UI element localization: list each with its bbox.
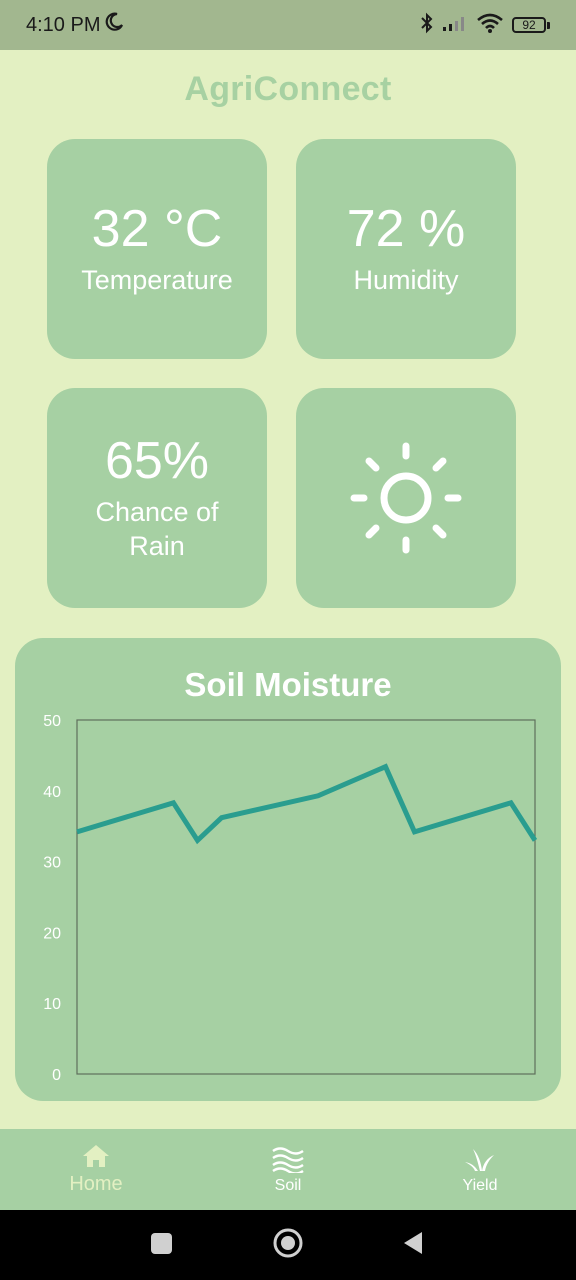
nav-yield[interactable]: Yield	[420, 1129, 540, 1210]
status-time: 4:10 PM	[26, 13, 101, 36]
temperature-card[interactable]: 32 °C Temperature	[47, 139, 267, 359]
soil-moisture-chart: 0 10 20 30 40 50	[43, 713, 538, 1084]
y-tick-label: 30	[43, 855, 61, 872]
sprout-icon	[465, 1148, 494, 1171]
home-circle-icon[interactable]	[273, 1228, 303, 1258]
waves-icon	[272, 1146, 304, 1173]
humidity-value: 72 %	[346, 199, 466, 258]
battery-icon: 92	[512, 17, 550, 33]
humidity-label: Humidity	[353, 264, 459, 295]
y-tick-label: 20	[43, 925, 61, 942]
nav-home[interactable]: Home	[36, 1129, 156, 1210]
y-tick-label: 0	[52, 1067, 61, 1084]
y-tick-label: 50	[43, 713, 61, 730]
weather-card[interactable]	[296, 388, 516, 608]
status-right: 92	[420, 12, 550, 39]
back-icon[interactable]	[404, 1232, 422, 1254]
bluetooth-icon	[420, 12, 434, 39]
rain-card[interactable]: 65% Chance of Rain	[47, 388, 267, 608]
soil-moisture-card: Soil Moisture 0 10 20 30 40 50	[15, 638, 561, 1101]
bottom-nav: Home Soil Yield	[0, 1129, 576, 1210]
temperature-value: 32 °C	[91, 199, 223, 258]
signal-icon	[442, 14, 468, 37]
recents-icon[interactable]	[151, 1233, 172, 1254]
y-tick-label: 10	[43, 996, 61, 1013]
rain-label: Chance of Rain	[95, 496, 219, 561]
plot-frame	[76, 719, 536, 1075]
y-tick-label: 40	[43, 784, 61, 801]
app-title: AgriConnect	[184, 70, 392, 108]
wifi-icon	[476, 12, 504, 39]
temperature-label: Temperature	[81, 264, 233, 295]
status-bar: 4:10 PM 92	[0, 0, 576, 50]
nav-yield-label: Yield	[462, 1176, 498, 1194]
soil-moisture-line	[76, 763, 538, 845]
status-left: 4:10 PM	[26, 12, 124, 38]
battery-level: 92	[512, 17, 546, 33]
nav-soil[interactable]: Soil	[228, 1129, 348, 1210]
system-nav-bar	[0, 1210, 576, 1280]
rain-value: 65%	[104, 431, 210, 490]
nav-soil-label: Soil	[274, 1176, 302, 1194]
home-icon	[83, 1145, 109, 1167]
nav-home-label: Home	[69, 1173, 123, 1195]
humidity-card[interactable]: 72 % Humidity	[296, 139, 516, 359]
moon-icon	[104, 12, 124, 38]
sun-icon	[350, 442, 462, 554]
